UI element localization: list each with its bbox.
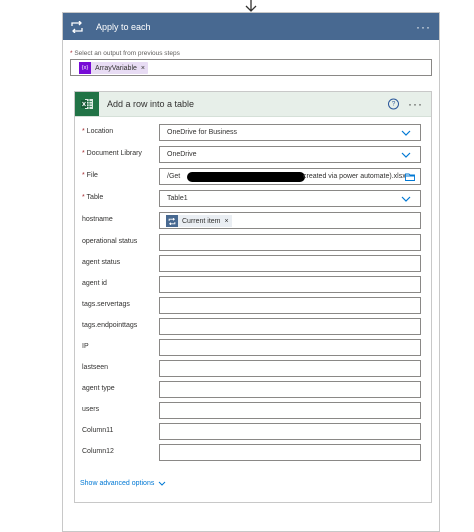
ip-input[interactable]: [159, 339, 421, 356]
agent-status-input[interactable]: [159, 255, 421, 272]
location-label: * Location: [82, 128, 114, 135]
select-output-label-text: Select an output from previous steps: [74, 50, 180, 57]
document-library-row: * Document Library OneDrive: [75, 146, 431, 164]
show-advanced-options-label: Show advanced options: [80, 480, 155, 487]
remove-token-icon[interactable]: ×: [141, 65, 145, 72]
endpointtags-label: tags.endpointtags: [82, 322, 138, 329]
chevron-down-icon: [158, 481, 166, 486]
lastseen-label: lastseen: [82, 364, 109, 371]
file-label: * File: [82, 172, 98, 179]
redacted-region: [187, 172, 305, 182]
document-library-label: * Document Library: [82, 150, 142, 157]
current-item-token-label: Current item: [182, 217, 221, 225]
agent-status-label: agent status: [82, 259, 121, 266]
ip-label: IP: [82, 343, 89, 350]
remove-token-icon[interactable]: ×: [225, 218, 229, 225]
location-row: * Location OneDrive for Business: [75, 124, 431, 142]
column11-label: Column11: [82, 427, 114, 434]
endpointtags-input[interactable]: [159, 318, 421, 335]
agent-type-row: agent type: [75, 381, 431, 399]
loop-icon: [166, 215, 178, 227]
add-row-card: Add a row into a table ? ··· * Location …: [74, 91, 432, 503]
loop-icon: [63, 13, 90, 40]
array-variable-token[interactable]: {x} ArrayVariable ×: [79, 62, 148, 74]
array-variable-token-label: ArrayVariable: [95, 64, 137, 72]
table-value: Table1: [167, 195, 188, 202]
select-output-label: * Select an output from previous steps: [70, 50, 180, 57]
operational-status-label: operational status: [82, 238, 138, 245]
servertags-input[interactable]: [159, 297, 421, 314]
column12-row: Column12: [75, 444, 431, 462]
hostname-label: hostname: [82, 216, 113, 223]
endpointtags-row: tags.endpointtags: [75, 318, 431, 336]
excel-icon: [75, 92, 99, 116]
apply-to-each-card: Apply to each ··· * Select an output fro…: [62, 12, 440, 532]
chevron-down-icon: [401, 130, 411, 136]
users-label: users: [82, 406, 100, 413]
current-item-token[interactable]: Current item ×: [166, 215, 232, 227]
file-value-prefix: /Get: [167, 173, 181, 180]
location-value: OneDrive for Business: [167, 129, 238, 136]
servertags-row: tags.servertags: [75, 297, 431, 315]
folder-icon[interactable]: [405, 173, 415, 181]
operational-status-row: operational status: [75, 234, 431, 252]
table-dropdown[interactable]: Table1: [159, 190, 421, 207]
more-options-icon[interactable]: ···: [416, 21, 431, 33]
chevron-down-icon: [401, 152, 411, 158]
help-icon[interactable]: ?: [388, 98, 399, 110]
required-marker: *: [70, 50, 73, 57]
agent-id-row: agent id: [75, 276, 431, 294]
show-advanced-options-link[interactable]: Show advanced options: [80, 480, 166, 487]
column11-input[interactable]: [159, 423, 421, 440]
table-label: * Table: [82, 194, 104, 201]
chevron-down-icon: [401, 196, 411, 202]
ip-row: IP: [75, 339, 431, 357]
variable-icon: {x}: [79, 62, 91, 74]
hostname-row: hostname Current item ×: [75, 212, 431, 230]
agent-type-input[interactable]: [159, 381, 421, 398]
select-output-input[interactable]: {x} ArrayVariable ×: [70, 59, 432, 76]
add-row-header[interactable]: Add a row into a table ? ···: [75, 92, 431, 117]
column12-input[interactable]: [159, 444, 421, 461]
column11-row: Column11: [75, 423, 431, 441]
agent-type-label: agent type: [82, 385, 115, 392]
apply-to-each-title: Apply to each: [96, 21, 151, 32]
users-input[interactable]: [159, 402, 421, 419]
column12-label: Column12: [82, 448, 114, 455]
agent-status-row: agent status: [75, 255, 431, 273]
lastseen-row: lastseen: [75, 360, 431, 378]
add-row-title: Add a row into a table: [107, 99, 195, 109]
file-value-suffix: created via power automate).xlsx: [303, 173, 406, 180]
lastseen-input[interactable]: [159, 360, 421, 377]
users-row: users: [75, 402, 431, 420]
file-picker[interactable]: /Get created via power automate).xlsx: [159, 168, 421, 185]
document-library-value: OneDrive: [167, 151, 197, 158]
document-library-dropdown[interactable]: OneDrive: [159, 146, 421, 163]
more-options-icon[interactable]: ···: [408, 98, 423, 110]
hostname-input[interactable]: Current item ×: [159, 212, 421, 229]
apply-to-each-header[interactable]: Apply to each ···: [63, 13, 439, 40]
servertags-label: tags.servertags: [82, 301, 130, 308]
file-row: * File /Get created via power automate).…: [75, 168, 431, 186]
operational-status-input[interactable]: [159, 234, 421, 251]
location-dropdown[interactable]: OneDrive for Business: [159, 124, 421, 141]
agent-id-label: agent id: [82, 280, 107, 287]
arrow-down-icon: [245, 0, 257, 12]
agent-id-input[interactable]: [159, 276, 421, 293]
table-row: * Table Table1: [75, 190, 431, 208]
